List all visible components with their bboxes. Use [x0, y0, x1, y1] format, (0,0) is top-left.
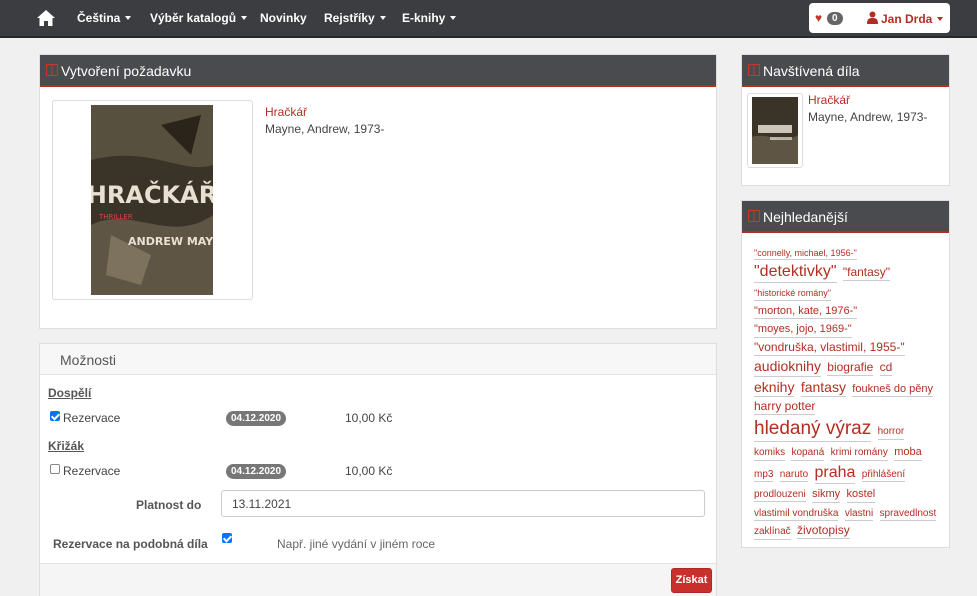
- tag-link[interactable]: audioknihy: [754, 358, 821, 377]
- tag-link[interactable]: komiks: [754, 447, 786, 461]
- popular-panel-header: Nejhledanější: [742, 201, 949, 233]
- user-toolbar: ♥ 0 Jan Drda: [809, 3, 950, 33]
- tag-link[interactable]: kostel: [846, 488, 876, 503]
- visited-panel-title: Navštívená díla: [763, 63, 860, 79]
- visited-panel: Navštívená díla Hračkář Mayne, Andrew, 1…: [741, 54, 950, 186]
- caret-down-icon: [125, 16, 132, 20]
- similar-works-hint: Např. jiné vydání v jiném roce: [277, 537, 436, 551]
- options-panel-title: Možnosti: [60, 352, 117, 368]
- price-adults: 10,00 Kč: [345, 411, 393, 425]
- tag-link[interactable]: harry potter: [754, 399, 816, 416]
- search-icon: [748, 210, 760, 222]
- nav-ebooks[interactable]: E-knihy: [402, 11, 457, 25]
- request-panel-header: Vytvoření požadavku: [40, 55, 716, 87]
- visited-item: Hračkář Mayne, Andrew, 1973-: [742, 89, 951, 185]
- tag-link[interactable]: prodlouzeni: [754, 489, 806, 503]
- group-label-krizak: Křižák: [48, 439, 85, 453]
- popular-panel: Nejhledanější "connelly, michael, 1956-"…: [741, 200, 950, 548]
- top-navbar: Čeština Výběr katalogů Novinky Rejstříky…: [0, 0, 977, 38]
- tag-link[interactable]: praha: [814, 463, 856, 484]
- visited-title-link[interactable]: Hračkář: [808, 93, 850, 107]
- submit-button[interactable]: Získat: [671, 568, 712, 593]
- visited-thumb-image[interactable]: [752, 97, 798, 164]
- tag-link[interactable]: "detektivky": [754, 262, 837, 284]
- tag-link[interactable]: eknihy: [754, 379, 795, 397]
- cover-title-text: HRAČKÁŘ: [91, 179, 213, 209]
- caret-down-icon: [241, 16, 248, 20]
- request-panel: Vytvoření požadavku HRAČKÁŘ THRILLER AND…: [39, 54, 717, 329]
- tag-link[interactable]: "morton, kate, 1976-": [754, 305, 858, 320]
- tag-link[interactable]: krimi romány: [830, 447, 888, 461]
- tag-link[interactable]: horror: [877, 426, 905, 440]
- tag-link[interactable]: "historické romány": [754, 288, 831, 301]
- date-badge-krizak: 04.12.2020: [226, 464, 287, 479]
- reservation-checkbox-krizak[interactable]: [50, 464, 60, 474]
- book-author: Mayne, Andrew, 1973-: [265, 122, 385, 136]
- caret-down-icon: [379, 16, 386, 20]
- tag-link[interactable]: naruto: [779, 469, 809, 483]
- caret-down-icon: [450, 16, 457, 20]
- book-cover-frame: HRAČKÁŘ THRILLER ANDREW MAYNE: [52, 100, 253, 300]
- tag-link[interactable]: sikmy: [812, 488, 841, 503]
- options-panel: Možnosti Dospělí Rezervace 04.12.2020 10…: [39, 343, 717, 596]
- favorites-count-badge[interactable]: 0: [827, 12, 843, 25]
- user-menu[interactable]: Jan Drda: [881, 12, 944, 26]
- tag-link[interactable]: "vondruška, vlastimil, 1955-": [754, 340, 905, 356]
- price-krizak: 10,00 Kč: [345, 464, 393, 478]
- tag-link[interactable]: "fantasy": [842, 265, 891, 282]
- book-icon: [748, 64, 760, 76]
- visited-author: Mayne, Andrew, 1973-: [808, 110, 928, 124]
- tag-link[interactable]: vlastni: [844, 508, 874, 521]
- group-label-adults: Dospělí: [48, 386, 92, 400]
- user-icon: [867, 11, 878, 24]
- tag-link[interactable]: cd: [879, 360, 893, 376]
- tag-link[interactable]: přihlášení: [861, 469, 906, 483]
- home-icon[interactable]: [36, 9, 56, 27]
- tag-link[interactable]: zaklínač: [754, 526, 791, 540]
- tag-cloud: "connelly, michael, 1956-" "detektivky" …: [754, 245, 940, 542]
- tag-link[interactable]: kopaná: [791, 447, 825, 461]
- options-panel-header: Možnosti: [40, 344, 716, 375]
- tag-link[interactable]: hledaný výraz: [754, 417, 872, 442]
- similar-works-label: Rezervace na podobná díla: [53, 537, 208, 551]
- nav-language[interactable]: Čeština: [77, 11, 132, 25]
- popular-panel-title: Nejhledanější: [763, 209, 848, 225]
- nav-news[interactable]: Novinky: [260, 11, 307, 25]
- options-footer: [40, 563, 716, 596]
- validity-label: Platnost do: [136, 498, 202, 512]
- request-panel-title: Vytvoření požadavku: [61, 63, 192, 79]
- cover-genre-text: THRILLER: [98, 213, 133, 221]
- book-icon: [46, 64, 58, 76]
- heart-icon[interactable]: ♥: [815, 12, 822, 24]
- validity-date-input[interactable]: 13.11.2021: [221, 490, 705, 517]
- tag-link[interactable]: mp3: [754, 469, 774, 483]
- book-cover-image[interactable]: HRAČKÁŘ THRILLER ANDREW MAYNE: [91, 105, 213, 295]
- tag-link[interactable]: moba: [894, 446, 922, 461]
- tag-link[interactable]: spravedlnost: [879, 508, 937, 521]
- tag-link[interactable]: foukneš do pěny: [852, 383, 934, 398]
- reservation-checkbox-adults[interactable]: [50, 411, 60, 421]
- tag-link[interactable]: biografie: [827, 360, 874, 376]
- similar-works-checkbox[interactable]: [222, 533, 232, 543]
- caret-down-icon: [937, 17, 944, 21]
- nav-catalog-select[interactable]: Výběr katalogů: [150, 11, 248, 25]
- visited-panel-header: Navštívená díla: [742, 55, 949, 87]
- tag-link[interactable]: fantasy: [800, 379, 846, 397]
- tag-link[interactable]: vlastimil vondruška: [754, 508, 839, 521]
- tag-link[interactable]: "moyes, jojo, 1969-": [754, 323, 852, 338]
- date-badge-adults: 04.12.2020: [226, 411, 287, 426]
- nav-indexes[interactable]: Rejstříky: [324, 11, 386, 25]
- visited-thumb-frame: [747, 93, 803, 168]
- reservation-label-krizak: Rezervace: [63, 464, 121, 478]
- reservation-label-adults: Rezervace: [63, 411, 121, 425]
- tag-link[interactable]: "connelly, michael, 1956-": [754, 248, 857, 261]
- tag-link[interactable]: životopisy: [797, 523, 850, 539]
- cover-author-text: ANDREW MAYNE: [128, 235, 213, 248]
- book-title-link[interactable]: Hračkář: [265, 105, 307, 119]
